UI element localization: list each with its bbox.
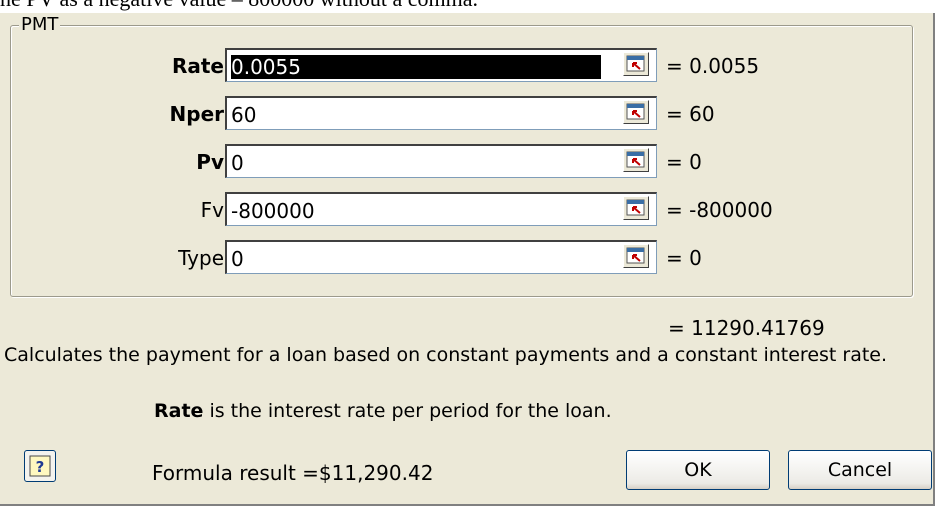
cancel-button[interactable]: Cancel bbox=[788, 450, 932, 490]
collapse-dialog-icon[interactable] bbox=[623, 148, 649, 172]
collapse-dialog-icon[interactable] bbox=[623, 52, 649, 76]
argument-help-text: is the interest rate per period for the … bbox=[203, 400, 612, 422]
argument-row-rate: Rate 0.0055 = 0.0055 bbox=[11, 48, 912, 88]
function-arguments-dialog: PMT Rate 0.0055 = 0.0055 Nper 60 = 60 Pv… bbox=[0, 13, 935, 506]
nper-input[interactable]: 60 bbox=[225, 96, 657, 130]
function-result: = 11290.41769 bbox=[668, 316, 825, 340]
collapse-dialog-icon[interactable] bbox=[623, 196, 649, 220]
argument-row-pv: Pv 0 = 0 bbox=[11, 144, 912, 184]
argument-row-fv: Fv -800000 = -800000 bbox=[11, 192, 912, 232]
argument-row-nper: Nper 60 = 60 bbox=[11, 96, 912, 136]
pv-input[interactable]: 0 bbox=[225, 144, 657, 178]
ok-button[interactable]: OK bbox=[626, 450, 770, 490]
argument-value: = 60 bbox=[666, 102, 715, 126]
function-group: PMT Rate 0.0055 = 0.0055 Nper 60 = 60 Pv… bbox=[10, 15, 913, 297]
argument-help-name: Rate bbox=[154, 400, 204, 422]
argument-value: = 0.0055 bbox=[666, 54, 760, 78]
argument-label: Nper bbox=[169, 102, 224, 126]
collapse-dialog-icon[interactable] bbox=[623, 100, 649, 124]
collapse-dialog-icon[interactable] bbox=[623, 244, 649, 268]
argument-label: Pv bbox=[196, 150, 224, 174]
argument-label: Rate bbox=[171, 54, 224, 78]
rate-input[interactable]: 0.0055 bbox=[225, 48, 657, 82]
document-text-line: he PV as a negative value – 800000 witho… bbox=[0, 0, 935, 11]
type-input[interactable]: 0 bbox=[225, 240, 657, 274]
fv-input[interactable]: -800000 bbox=[225, 192, 657, 226]
function-description: Calculates the payment for a loan based … bbox=[4, 344, 888, 366]
argument-help: Rate is the interest rate per period for… bbox=[154, 399, 612, 423]
formula-result: Formula result =$11,290.42 bbox=[152, 461, 434, 485]
argument-row-type: Type 0 = 0 bbox=[11, 240, 912, 280]
question-help-icon[interactable]: ? bbox=[24, 450, 56, 482]
function-name: PMT bbox=[19, 14, 61, 35]
argument-label: Fv bbox=[200, 198, 224, 222]
argument-value: = -800000 bbox=[666, 198, 773, 222]
argument-value: = 0 bbox=[666, 246, 702, 270]
svg-text:?: ? bbox=[36, 458, 45, 476]
argument-label: Type bbox=[178, 246, 224, 270]
argument-value: = 0 bbox=[666, 150, 702, 174]
